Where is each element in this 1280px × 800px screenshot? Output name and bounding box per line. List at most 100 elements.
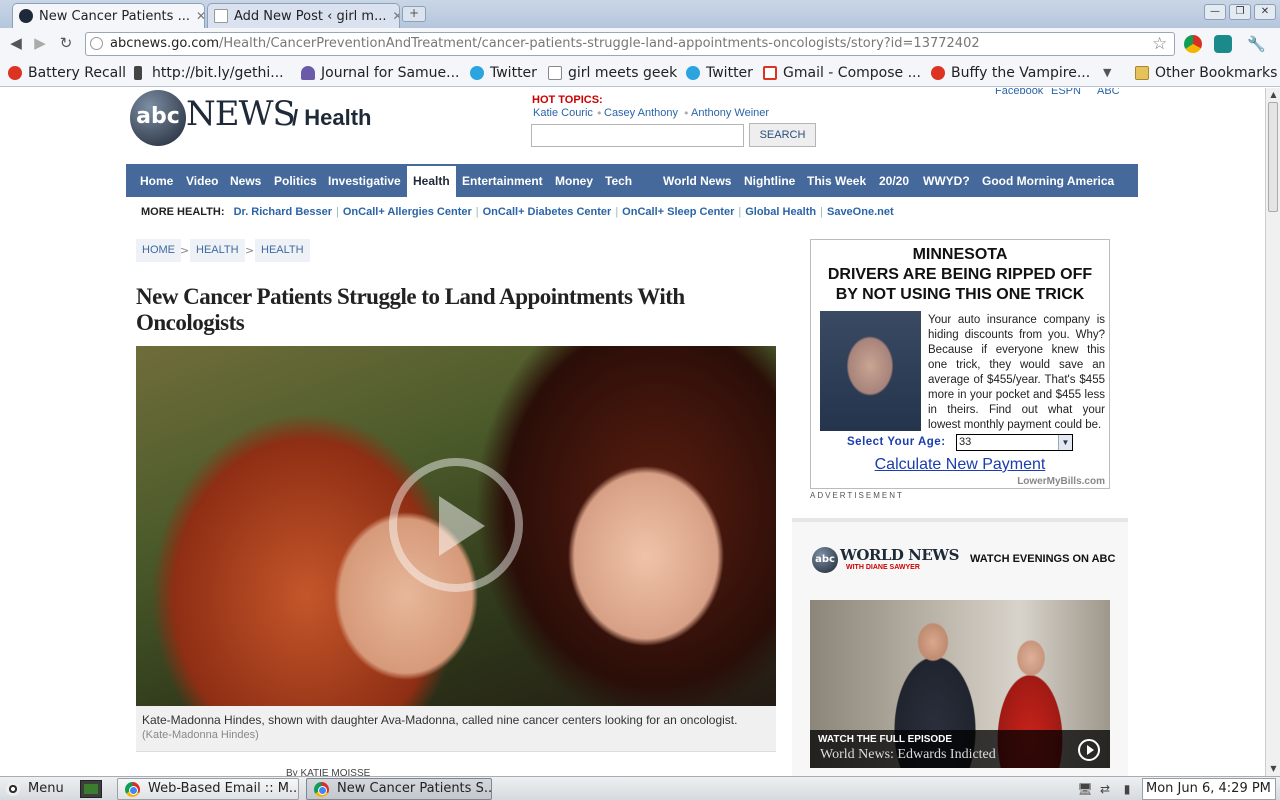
close-tab-icon[interactable]: ✕: [190, 9, 204, 23]
bookmark-twitter-2[interactable]: Twitter: [686, 63, 753, 83]
insurance-advertisement[interactable]: MINNESOTA DRIVERS ARE BEING RIPPED OFF B…: [810, 239, 1110, 489]
chrome-extension-icon[interactable]: [1184, 35, 1202, 53]
facebook-link[interactable]: Facebook: [995, 88, 1043, 97]
nav-good-morning-america[interactable]: Good Morning America: [982, 174, 1114, 188]
bookmark-label: Twitter: [706, 65, 753, 81]
new-tab-button[interactable]: +: [402, 6, 426, 22]
bookmark-gmail[interactable]: Gmail - Compose ...: [763, 63, 921, 83]
tab-new-cancer-patients[interactable]: New Cancer Patients ... ✕: [12, 3, 205, 28]
desktop-taskbar: Menu Web-Based Email :: M... New Cancer …: [0, 776, 1280, 800]
bookmarks-overflow-chevron-icon[interactable]: ▼: [1103, 63, 1111, 83]
nav-nightline[interactable]: Nightline: [744, 174, 795, 188]
more-health-link[interactable]: Dr. Richard Besser: [234, 206, 332, 218]
bookmark-bitly[interactable]: http://bit.ly/gethi...: [134, 63, 284, 83]
more-health-label: MORE HEALTH:: [141, 206, 225, 218]
other-bookmarks[interactable]: Other Bookmarks: [1135, 63, 1277, 83]
nav-2020[interactable]: 20/20: [879, 174, 909, 188]
terminal-launcher-icon[interactable]: [80, 780, 102, 798]
tab-title: New Cancer Patients ...: [39, 8, 190, 24]
world-news-abc-logo-icon[interactable]: abc: [812, 547, 838, 573]
page-scrollbar[interactable]: ▲ ▼: [1265, 88, 1280, 776]
more-health-link[interactable]: Global Health: [745, 206, 816, 218]
nav-wwyd[interactable]: WWYD?: [923, 174, 970, 188]
chevron-down-icon[interactable]: ▼: [1058, 435, 1072, 450]
bookmark-girl-meets-geek[interactable]: girl meets geek: [548, 63, 677, 83]
more-health-link[interactable]: OnCall+ Diabetes Center: [483, 206, 612, 218]
extension-icon[interactable]: [1214, 35, 1232, 53]
bookmark-twitter[interactable]: Twitter: [470, 63, 537, 83]
bookmark-label: Journal for Samue...: [321, 65, 460, 81]
taskbar-window-email[interactable]: Web-Based Email :: M...: [117, 778, 299, 800]
world-news-logo-subtitle: WITH DIANE SAWYER: [846, 564, 920, 571]
menu-label: Menu: [28, 781, 64, 796]
scrollbar-thumb[interactable]: [1268, 102, 1278, 212]
nav-health[interactable]: Health: [407, 166, 456, 197]
hot-topic-link[interactable]: Casey Anthony: [604, 107, 678, 119]
world-news-video-bar[interactable]: WATCH THE FULL EPISODE World News: Edwar…: [810, 730, 1110, 768]
ad-age-select[interactable]: 33 ▼: [956, 434, 1073, 451]
close-window-icon[interactable]: ✕: [1254, 4, 1276, 20]
more-health-link[interactable]: OnCall+ Sleep Center: [622, 206, 734, 218]
hot-topic-link[interactable]: Anthony Weiner: [691, 107, 769, 119]
more-health-link[interactable]: SaveOne.net: [827, 206, 894, 218]
photo-caption: Kate-Madonna Hindes, shown with daughter…: [136, 706, 776, 752]
ad-age-label: Select Your Age:: [847, 436, 946, 448]
bookmark-battery-recall[interactable]: Battery Recall: [8, 63, 126, 83]
abc-logo-icon[interactable]: abc: [130, 90, 186, 146]
ad-calculate-link[interactable]: Calculate New Payment: [811, 456, 1109, 474]
abc-link[interactable]: ABC: [1097, 88, 1120, 97]
forward-arrow-icon[interactable]: ▶: [31, 34, 49, 52]
play-icon[interactable]: [1078, 739, 1100, 761]
signal-tray-icon[interactable]: ▮: [1119, 781, 1135, 797]
menu-button[interactable]: Menu: [6, 779, 64, 799]
search-input[interactable]: [531, 124, 744, 147]
nav-this-week[interactable]: This Week: [807, 174, 866, 188]
espn-link[interactable]: ESPN: [1051, 88, 1081, 97]
breadcrumb-health-sub[interactable]: HEALTH: [255, 239, 310, 262]
advertisement-label: ADVERTISEMENT: [810, 491, 904, 500]
bookmark-buffy[interactable]: Buffy the Vampire...: [931, 63, 1090, 83]
nav-news[interactable]: News: [230, 174, 261, 188]
close-tab-icon[interactable]: ✕: [386, 9, 399, 23]
wrench-menu-icon[interactable]: 🔧: [1247, 35, 1266, 53]
nav-video[interactable]: Video: [186, 174, 218, 188]
bookmark-star-icon[interactable]: ☆: [1152, 35, 1167, 53]
twitter-bird-icon: [686, 66, 700, 80]
chrome-icon: [314, 782, 329, 797]
hot-topic-separator: •: [683, 107, 690, 120]
globe-icon: [90, 37, 103, 50]
separator: |: [336, 206, 339, 218]
search-button[interactable]: SEARCH: [749, 123, 816, 147]
nav-investigative[interactable]: Investigative: [328, 174, 401, 188]
nav-money[interactable]: Money: [555, 174, 593, 188]
back-arrow-icon[interactable]: ◀: [7, 34, 25, 52]
tab-add-new-post[interactable]: Add New Post ‹ girl m... ✕: [207, 3, 400, 28]
world-news-logo-text[interactable]: WORLD NEWS: [840, 546, 959, 564]
breadcrumb-health[interactable]: HEALTH: [190, 239, 245, 262]
twitter-bird-icon: [470, 66, 484, 80]
nav-world-news[interactable]: World News: [663, 174, 731, 188]
hot-topic-link[interactable]: Katie Couric: [533, 107, 593, 119]
nav-politics[interactable]: Politics: [274, 174, 317, 188]
bookmark-journal[interactable]: Journal for Samue...: [301, 63, 460, 83]
play-video-icon[interactable]: [389, 458, 523, 592]
network-tray-icon[interactable]: ⇄: [1097, 781, 1113, 797]
display-tray-icon[interactable]: 🖥: [1077, 781, 1093, 797]
scroll-up-arrow-icon[interactable]: ▲: [1267, 88, 1280, 101]
address-bar[interactable]: abcnews.go.com/Health/CancerPreventionAn…: [85, 32, 1175, 56]
nav-entertainment[interactable]: Entertainment: [462, 174, 543, 188]
nav-tech[interactable]: Tech: [605, 174, 632, 188]
clock[interactable]: Mon Jun 6, 4:29 PM: [1142, 778, 1276, 800]
menu-logo-icon: [6, 782, 20, 796]
minimize-icon[interactable]: —: [1204, 4, 1226, 20]
maximize-icon[interactable]: ❐: [1229, 4, 1251, 20]
more-health-link[interactable]: OnCall+ Allergies Center: [343, 206, 472, 218]
taskbar-window-new-cancer-patients[interactable]: New Cancer Patients S...: [306, 778, 492, 800]
section-title[interactable]: / Health: [292, 105, 371, 131]
scroll-down-arrow-icon[interactable]: ▼: [1267, 762, 1280, 775]
bookmark-label: girl meets geek: [568, 65, 678, 81]
nav-home[interactable]: Home: [140, 174, 173, 188]
breadcrumb-home[interactable]: HOME: [136, 239, 181, 262]
reload-icon[interactable]: ↻: [57, 34, 75, 52]
logo-news-text[interactable]: NEWS: [186, 94, 296, 134]
